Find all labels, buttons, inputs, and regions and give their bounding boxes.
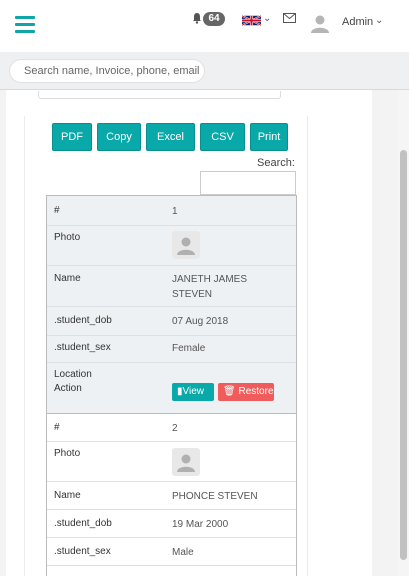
notification-count-badge[interactable]: 64 bbox=[203, 12, 225, 26]
row-sex: .student_sex Female bbox=[47, 336, 296, 363]
top-header: 64 ⌄ Admin ⌄ bbox=[0, 0, 409, 52]
row-photo: Photo bbox=[47, 442, 296, 482]
field-label: # bbox=[54, 422, 60, 433]
view-button-label: View bbox=[182, 386, 205, 397]
field-label: Location bbox=[54, 369, 92, 377]
row-number-value: 1 bbox=[172, 206, 178, 217]
field-label: Name bbox=[54, 273, 81, 284]
mail-icon[interactable] bbox=[283, 13, 296, 23]
table-row: # 1 Photo Name JANETH JAMES STEVEN .stud… bbox=[46, 195, 297, 414]
trash-icon: 🗑 bbox=[223, 386, 236, 397]
student-name-line1: JANETH JAMES bbox=[172, 274, 248, 285]
row-dob: .student_dob 19 Mar 2000 bbox=[47, 510, 296, 538]
field-label: Action bbox=[54, 383, 82, 394]
user-avatar-icon[interactable] bbox=[310, 13, 330, 33]
student-sex: Female bbox=[172, 343, 206, 354]
field-label: .student_dob bbox=[54, 518, 112, 529]
row-name: Name JANETH JAMES STEVEN bbox=[47, 266, 296, 307]
pdf-button[interactable]: PDF bbox=[52, 123, 92, 151]
row-location: Location bbox=[47, 363, 296, 377]
field-label: .student_dob bbox=[54, 315, 112, 326]
row-photo: Photo bbox=[47, 226, 296, 266]
row-name: Name PHONCE STEVEN bbox=[47, 482, 296, 510]
student-name: PHONCE STEVEN bbox=[172, 491, 258, 502]
view-button[interactable]: ▮View bbox=[172, 383, 214, 401]
scrollbar-thumb[interactable] bbox=[400, 150, 407, 560]
student-photo bbox=[172, 448, 200, 476]
bell-icon[interactable] bbox=[191, 12, 203, 24]
row-number-value: 2 bbox=[172, 423, 178, 434]
student-dob: 07 Aug 2018 bbox=[172, 316, 229, 327]
row-number: # 1 bbox=[47, 196, 296, 226]
uk-flag-icon[interactable] bbox=[242, 15, 261, 26]
student-dob: 19 Mar 2000 bbox=[172, 519, 229, 530]
field-label: Photo bbox=[54, 448, 81, 459]
table-search-input[interactable] bbox=[200, 171, 296, 195]
copy-button[interactable]: Copy bbox=[97, 123, 141, 151]
row-dob: .student_dob 07 Aug 2018 bbox=[47, 307, 296, 336]
restore-button-label: Restore bbox=[238, 386, 274, 397]
field-label: # bbox=[54, 205, 60, 216]
student-name-line2: STEVEN bbox=[172, 289, 213, 300]
user-placeholder-icon bbox=[177, 454, 195, 472]
user-menu-chevron-down-icon[interactable]: ⌄ bbox=[375, 15, 383, 26]
user-name[interactable]: Admin bbox=[342, 16, 373, 28]
hamburger-menu-icon[interactable] bbox=[15, 16, 35, 34]
field-label: .student_sex bbox=[54, 342, 111, 353]
language-chevron-down-icon[interactable]: ⌄ bbox=[263, 13, 271, 24]
field-label: Photo bbox=[54, 232, 81, 243]
restore-button[interactable]: 🗑 Restore bbox=[218, 383, 274, 401]
panel-divider bbox=[38, 91, 281, 99]
student-sex: Male bbox=[172, 547, 194, 558]
row-sex: .student_sex Male bbox=[47, 538, 296, 566]
row-action: Action ▮View 🗑 Restore bbox=[47, 377, 296, 413]
global-search-input[interactable] bbox=[9, 59, 205, 83]
user-placeholder-icon bbox=[177, 237, 195, 255]
excel-button[interactable]: Excel bbox=[146, 123, 195, 151]
table-search-label: Search: bbox=[257, 157, 295, 169]
field-label: Name bbox=[54, 490, 81, 501]
table-row: # 2 Photo Name PHONCE STEVEN .student_do… bbox=[46, 413, 297, 576]
csv-button[interactable]: CSV bbox=[200, 123, 245, 151]
field-label: .student_sex bbox=[54, 546, 111, 557]
print-button[interactable]: Print bbox=[250, 123, 288, 151]
global-search-bar bbox=[0, 52, 409, 90]
student-photo bbox=[172, 231, 200, 259]
row-number: # 2 bbox=[47, 414, 296, 442]
